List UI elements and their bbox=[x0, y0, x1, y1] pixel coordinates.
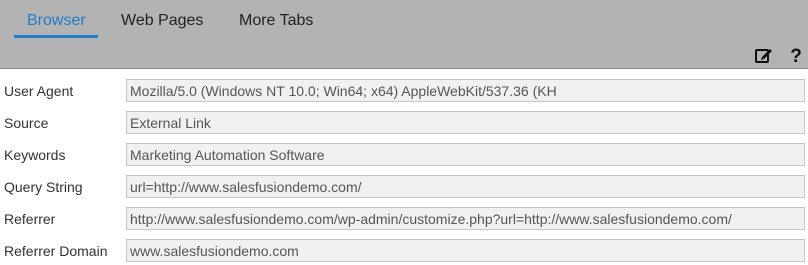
svg-text:?: ? bbox=[790, 46, 802, 65]
query-string-field[interactable] bbox=[126, 175, 805, 198]
field-row-keywords: Keywords bbox=[0, 143, 808, 166]
tab-header: Browser Web Pages More Tabs ? bbox=[0, 0, 808, 69]
field-label: Referrer bbox=[4, 211, 56, 227]
user-agent-field[interactable] bbox=[126, 79, 805, 102]
active-tab-indicator bbox=[14, 35, 98, 38]
referrer-field[interactable] bbox=[126, 207, 805, 230]
tab-web-pages[interactable]: Web Pages bbox=[121, 11, 203, 31]
field-row-referrer: Referrer bbox=[0, 207, 808, 230]
field-label: Keywords bbox=[4, 147, 66, 163]
tab-browser[interactable]: Browser bbox=[27, 11, 86, 31]
field-label: Source bbox=[4, 115, 49, 131]
help-icon[interactable]: ? bbox=[786, 45, 806, 67]
keywords-field[interactable] bbox=[126, 143, 805, 166]
edit-icon[interactable] bbox=[754, 45, 774, 65]
field-row-source: Source bbox=[0, 111, 808, 134]
field-label: User Agent bbox=[4, 83, 74, 99]
field-label: Referrer Domain bbox=[4, 243, 108, 259]
tab-more-tabs[interactable]: More Tabs bbox=[239, 11, 313, 31]
field-label: Query String bbox=[4, 179, 83, 195]
field-row-query-string: Query String bbox=[0, 175, 808, 198]
field-row-user-agent: User Agent bbox=[0, 79, 808, 102]
source-field[interactable] bbox=[126, 111, 805, 134]
field-row-referrer-domain: Referrer Domain bbox=[0, 239, 808, 262]
referrer-domain-field[interactable] bbox=[126, 239, 805, 262]
